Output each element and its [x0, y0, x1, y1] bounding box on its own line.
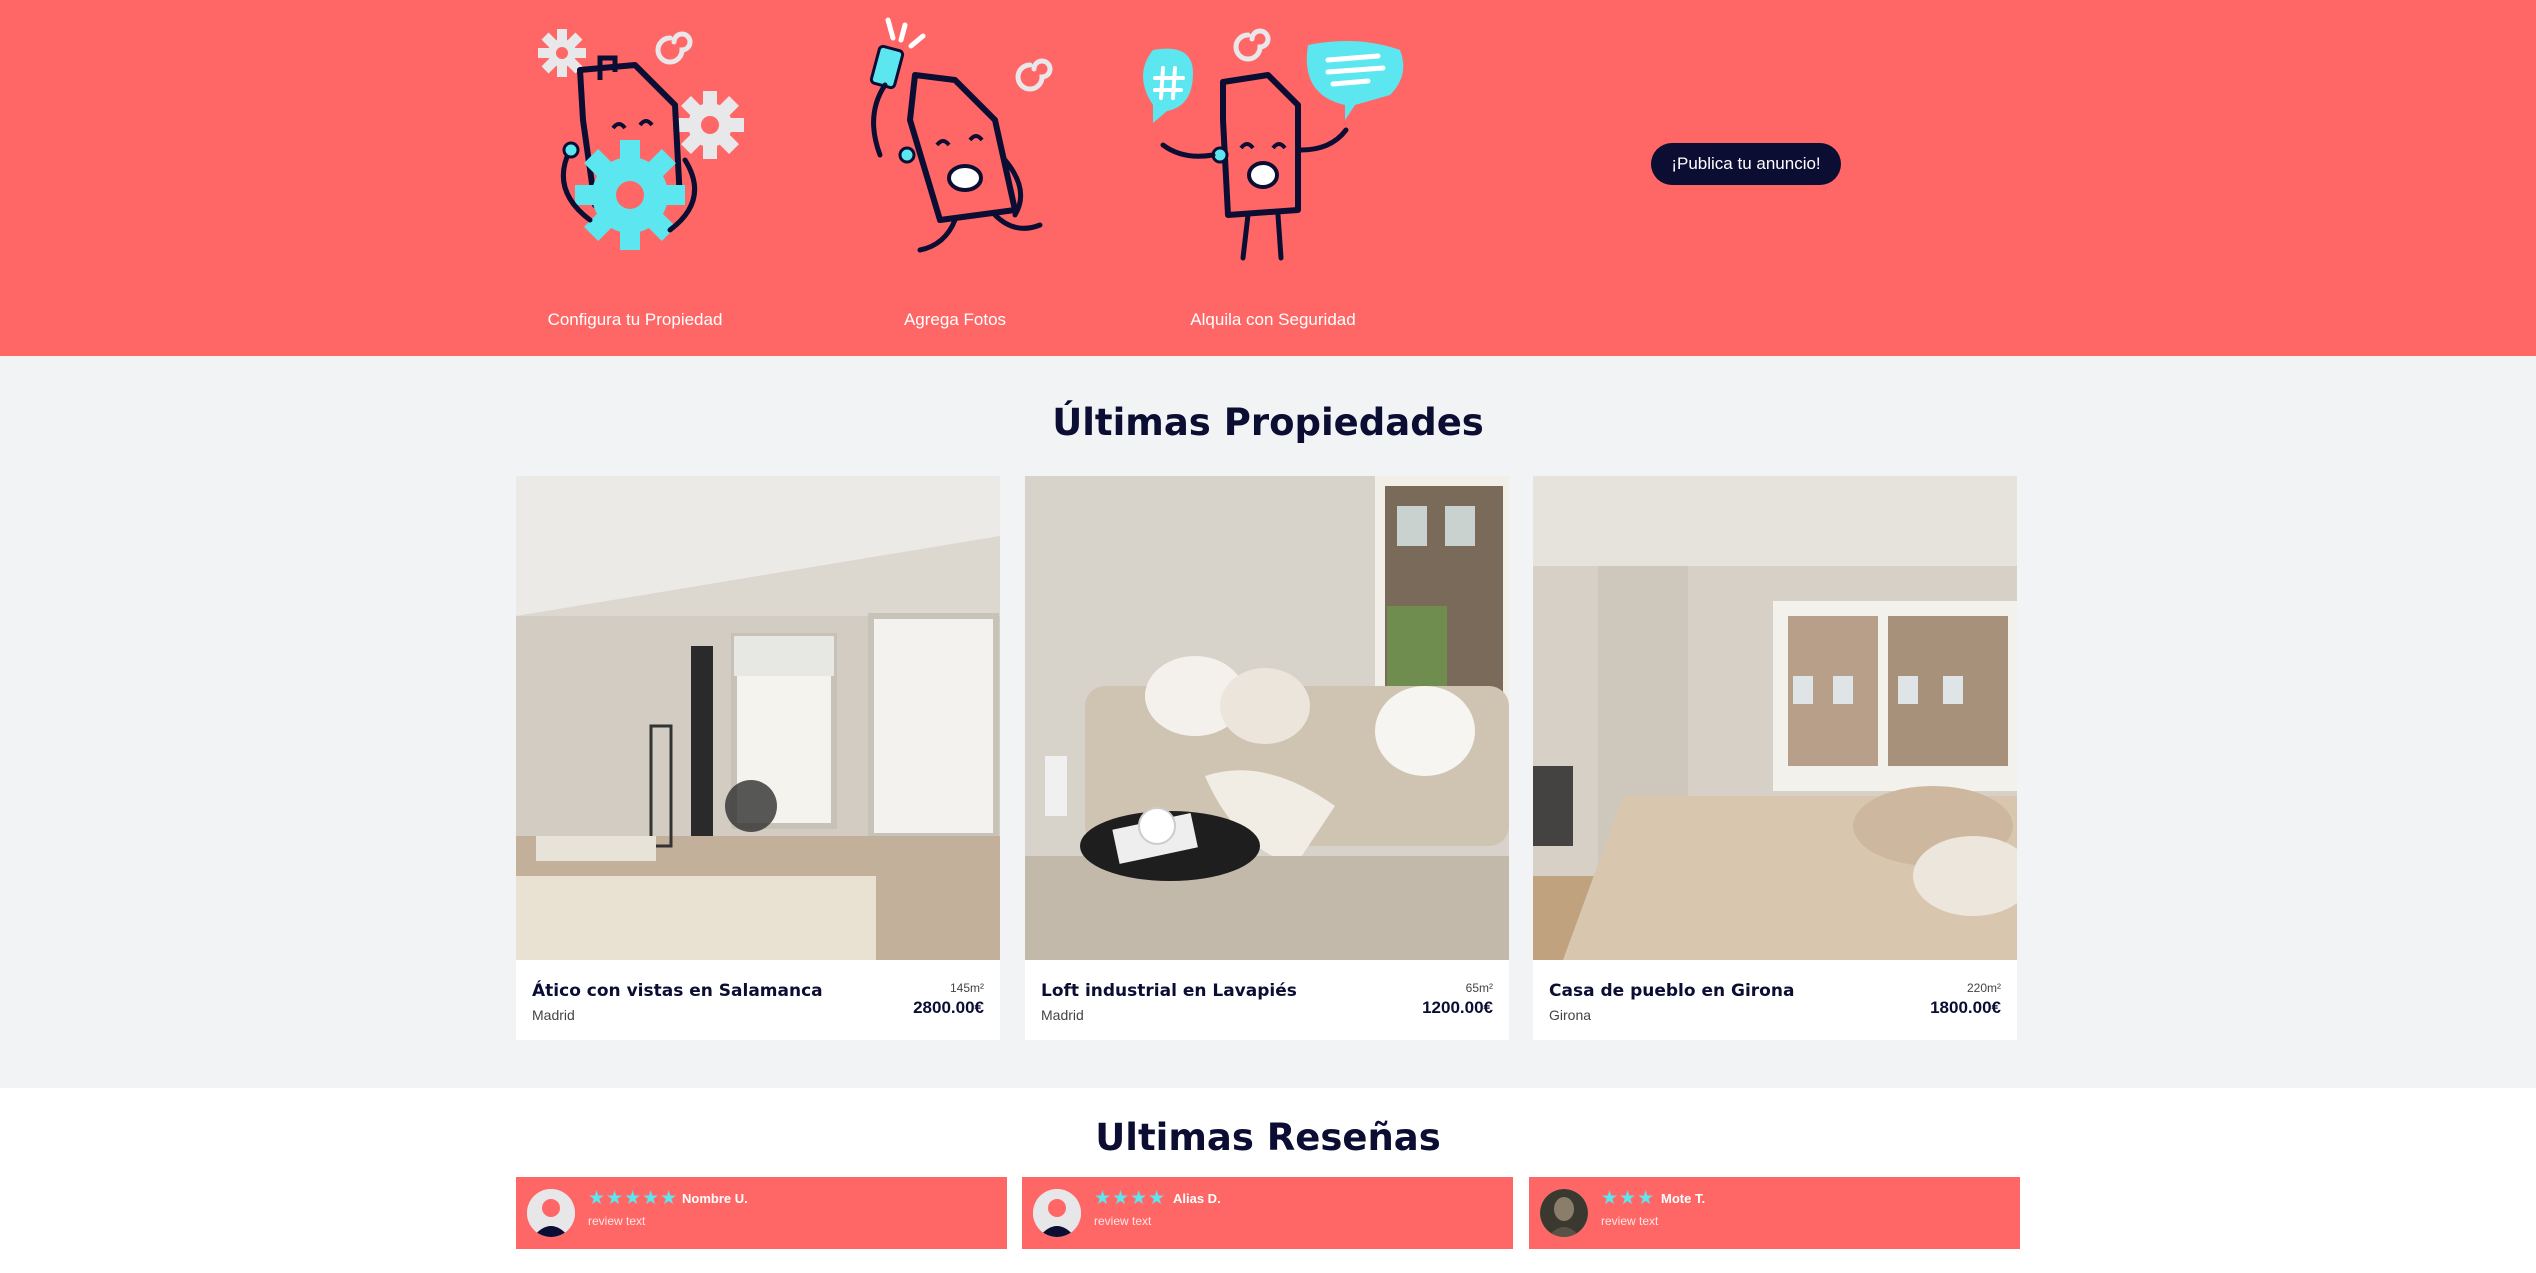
property-card[interactable]: Loft industrial en Lavapiés Madrid 65m² … [1025, 476, 1509, 1040]
step-photos: Agrega Fotos [805, 10, 1105, 340]
publish-listing-button[interactable]: ¡Publica tu anuncio! [1651, 143, 1841, 185]
step-configure: Configura tu Propiedad [485, 10, 785, 340]
property-card[interactable]: Ático con vistas en Salamanca Madrid 145… [516, 476, 1000, 1040]
star-rating: ★★★★ [1094, 1188, 1167, 1209]
reviewer-name: Nombre U. [682, 1191, 748, 1206]
property-area: 65m² [1465, 981, 1493, 995]
step-caption: Configura tu Propiedad [547, 310, 723, 329]
house-taking-selfie-icon [869, 17, 1053, 253]
step-caption: Alquila con Seguridad [1190, 310, 1356, 329]
section-title: Ultimas Reseñas [1095, 1116, 1441, 1159]
property-card[interactable]: Casa de pueblo en Girona Girona 220m² 18… [1533, 476, 2017, 1040]
review-text: review text [1601, 1214, 1659, 1228]
property-city: Madrid [532, 1007, 575, 1023]
star-rating: ★★★ [1601, 1188, 1656, 1209]
star-rating: ★★★★★ [588, 1188, 679, 1209]
step-caption: Agrega Fotos [903, 310, 1007, 329]
avatar [527, 1189, 575, 1237]
property-photo [1025, 476, 1509, 960]
review-card[interactable]: ★★★★ Alias D. review text [1022, 1177, 1513, 1249]
property-photo [516, 476, 1000, 960]
review-card[interactable]: ★★★ Mote T. review text [1529, 1177, 2020, 1249]
property-price: 1200.00€ [1422, 998, 1493, 1017]
property-title: Ático con vistas en Salamanca [532, 981, 823, 1001]
property-area: 145m² [949, 981, 984, 995]
avatar [1033, 1189, 1081, 1237]
review-text: review text [1094, 1214, 1152, 1228]
property-title: Casa de pueblo en Girona [1549, 981, 1795, 1001]
review-card[interactable]: ★★★★★ Nombre U. review text [516, 1177, 1007, 1249]
reviewer-name: Alias D. [1173, 1191, 1221, 1206]
review-text: review text [588, 1214, 646, 1228]
property-price: 2800.00€ [913, 998, 984, 1017]
property-city: Girona [1549, 1007, 1592, 1023]
step-secure-rent: Alquila con Seguridad [1123, 10, 1423, 340]
latest-reviews-section: Ultimas Reseñas ★★★★★ Nombre U. review t… [0, 1088, 2536, 1273]
property-city: Madrid [1041, 1007, 1084, 1023]
property-photo [1533, 476, 2017, 960]
how-it-works-banner: Configura tu Propiedad Agrega Fotos Alqu… [0, 0, 2536, 356]
property-title: Loft industrial en Lavapiés [1041, 981, 1297, 1001]
house-with-gears-icon [538, 29, 744, 250]
latest-properties-section: Últimas Propiedades Ático con vistas en … [0, 356, 2536, 1088]
section-title: Últimas Propiedades [1052, 401, 1484, 444]
property-area: 220m² [1966, 981, 2001, 995]
house-chatting-icon [1143, 28, 1404, 261]
reviewer-name: Mote T. [1661, 1191, 1706, 1206]
property-price: 1800.00€ [1930, 998, 2001, 1017]
avatar [1540, 1189, 1588, 1237]
